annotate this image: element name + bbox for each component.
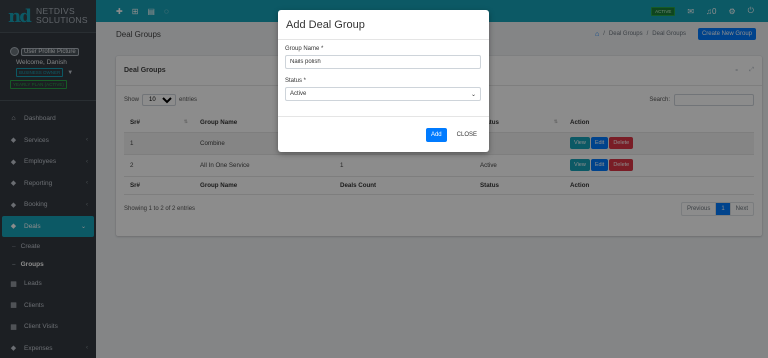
status-selected-value: Active	[290, 91, 307, 97]
status-select[interactable]: Active ⌄	[285, 87, 481, 101]
add-button[interactable]: Add	[425, 127, 447, 142]
modal-title: Add Deal Group	[286, 18, 365, 31]
status-label: Status *	[285, 78, 307, 84]
modal-footer: Add CLOSE	[278, 117, 489, 152]
group-name-label: Group Name *	[285, 46, 324, 52]
close-button[interactable]: CLOSE	[455, 128, 479, 142]
chevron-down-icon: ⌄	[470, 91, 476, 98]
group-name-input[interactable]	[285, 55, 481, 69]
add-deal-group-modal: Add Deal Group Group Name * Status * Act…	[278, 10, 489, 152]
modal-header: Add Deal Group	[278, 10, 489, 40]
modal-body: Group Name * Status * Active ⌄	[278, 40, 489, 117]
